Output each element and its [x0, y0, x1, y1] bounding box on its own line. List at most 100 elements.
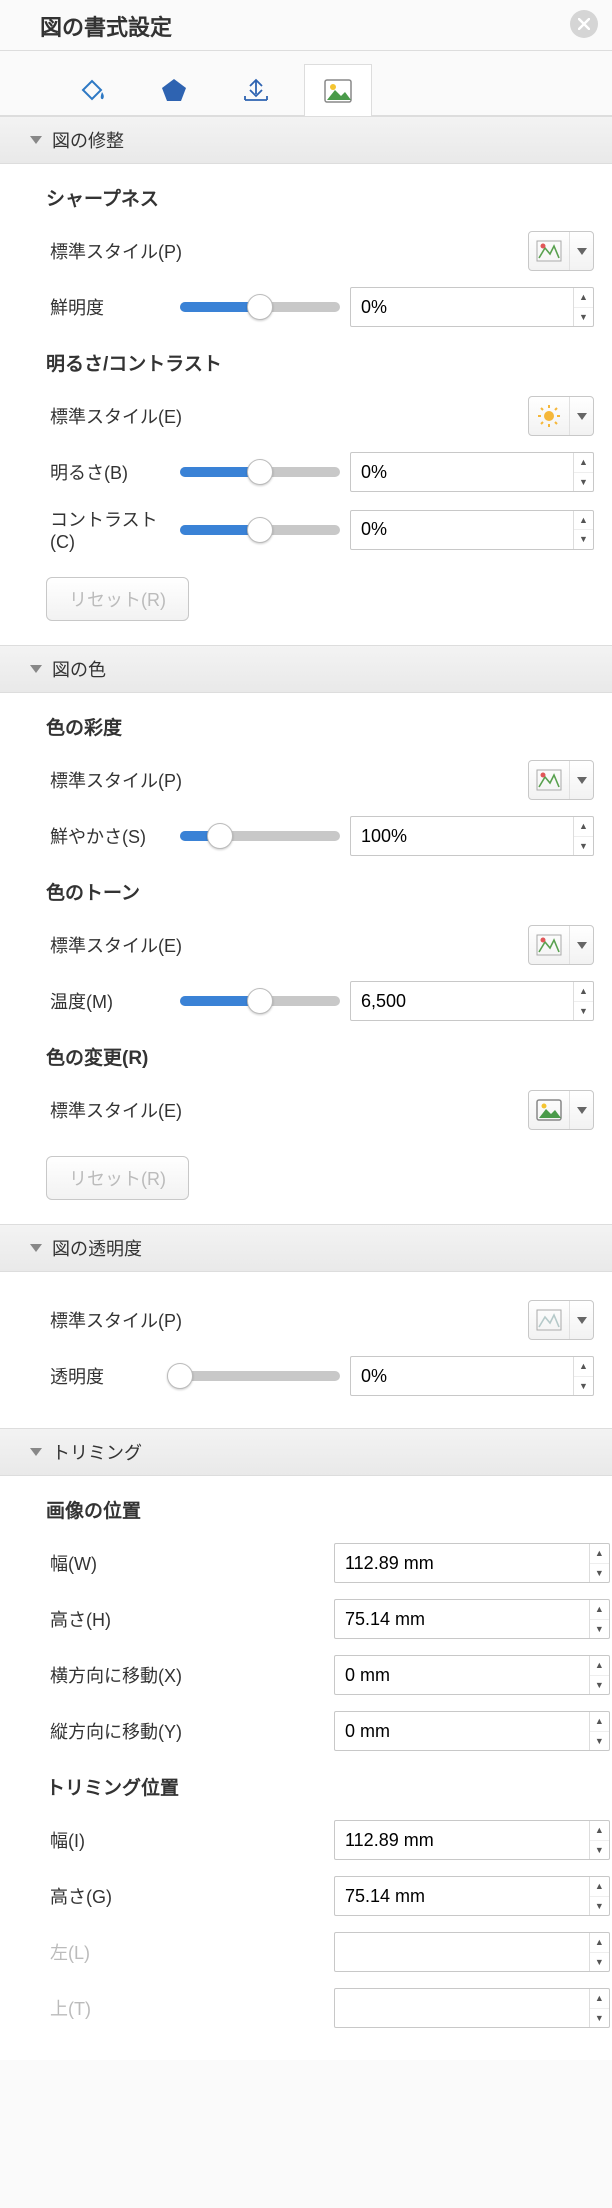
section-color-header[interactable]: 図の色: [0, 645, 612, 693]
section-transparency-header[interactable]: 図の透明度: [0, 1224, 612, 1272]
sharpness-preset-dropdown[interactable]: [528, 231, 594, 271]
pos-height-input[interactable]: [335, 1600, 589, 1638]
temperature-spinner[interactable]: ▲▼: [350, 981, 594, 1021]
crop-width-input[interactable]: [335, 1821, 589, 1859]
pos-height-label: 高さ(H): [50, 1606, 240, 1632]
pos-offx-up[interactable]: ▲: [590, 1656, 609, 1676]
brightness-spin-down[interactable]: ▼: [574, 473, 593, 492]
chevron-down-icon: [30, 1448, 42, 1456]
trans-preset-dropdown[interactable]: [528, 1300, 594, 1340]
brightness-spin-up[interactable]: ▲: [574, 453, 593, 473]
crop-top-spinner[interactable]: ▲▼: [334, 1988, 610, 2028]
pos-offy-up[interactable]: ▲: [590, 1712, 609, 1732]
tone-preset-dropdown[interactable]: [528, 925, 594, 965]
pentagon-icon: [160, 77, 188, 103]
contrast-input[interactable]: [351, 511, 573, 549]
tab-size[interactable]: [222, 63, 290, 115]
pos-width-up[interactable]: ▲: [590, 1544, 609, 1564]
pos-offy-label: 縦方向に移動(Y): [50, 1718, 240, 1744]
recolor-preset-dropdown[interactable]: [528, 1090, 594, 1130]
crop-left-input[interactable]: [335, 1933, 589, 1971]
section-crop-header[interactable]: トリミング: [0, 1428, 612, 1476]
crop-height-spinner[interactable]: ▲▼: [334, 1876, 610, 1916]
crop-height-down[interactable]: ▼: [590, 1897, 609, 1916]
transparency-spin-up[interactable]: ▲: [574, 1357, 593, 1377]
pos-width-input[interactable]: [335, 1544, 589, 1582]
vividness-input[interactable]: [351, 817, 573, 855]
contrast-spin-down[interactable]: ▼: [574, 530, 593, 549]
vividness-spin-down[interactable]: ▼: [574, 837, 593, 856]
close-button[interactable]: [570, 10, 598, 38]
temperature-spin-up[interactable]: ▲: [574, 982, 593, 1002]
subhead-image-position: 画像の位置: [46, 1496, 610, 1523]
paint-bucket-icon: [77, 76, 107, 104]
transparency-preset-icon: [536, 1309, 562, 1331]
pos-offy-down[interactable]: ▼: [590, 1732, 609, 1751]
vividness-spin-up[interactable]: ▲: [574, 817, 593, 837]
chevron-down-icon: [30, 1244, 42, 1252]
corrections-reset-button[interactable]: リセット(R): [46, 577, 189, 621]
color-reset-button[interactable]: リセット(R): [46, 1156, 189, 1200]
chevron-down-icon: [30, 136, 42, 144]
contrast-label: コントラスト(C): [50, 506, 170, 553]
pos-offx-down[interactable]: ▼: [590, 1676, 609, 1695]
pos-height-down[interactable]: ▼: [590, 1620, 609, 1639]
pos-offx-spinner[interactable]: ▲▼: [334, 1655, 610, 1695]
temperature-slider[interactable]: [180, 996, 340, 1006]
crop-left-up[interactable]: ▲: [590, 1933, 609, 1953]
crop-top-down[interactable]: ▼: [590, 2009, 609, 2028]
pos-width-down[interactable]: ▼: [590, 1564, 609, 1583]
pos-offy-spinner[interactable]: ▲▼: [334, 1711, 610, 1751]
pos-width-spinner[interactable]: ▲▼: [334, 1543, 610, 1583]
pos-offy-input[interactable]: [335, 1712, 589, 1750]
crop-width-label: 幅(I): [50, 1827, 240, 1853]
transparency-input[interactable]: [351, 1357, 573, 1395]
pos-height-spinner[interactable]: ▲▼: [334, 1599, 610, 1639]
subhead-saturation: 色の彩度: [46, 713, 594, 740]
section-corrections-header[interactable]: 図の修整: [0, 116, 612, 164]
crop-height-up[interactable]: ▲: [590, 1877, 609, 1897]
transparency-slider[interactable]: [180, 1371, 340, 1381]
crop-top-input[interactable]: [335, 1989, 589, 2027]
pos-height-up[interactable]: ▲: [590, 1600, 609, 1620]
close-icon: [578, 18, 590, 30]
contrast-spin-up[interactable]: ▲: [574, 511, 593, 531]
sharpness-spin-up[interactable]: ▲: [574, 288, 593, 308]
temperature-label: 温度(M): [50, 988, 170, 1014]
transparency-spinner[interactable]: ▲▼: [350, 1356, 594, 1396]
temperature-input[interactable]: [351, 982, 573, 1020]
crop-top-up[interactable]: ▲: [590, 1989, 609, 2009]
brightness-spinner[interactable]: ▲▼: [350, 452, 594, 492]
sharpness-spinner[interactable]: ▲▼: [350, 287, 594, 327]
sharpness-input[interactable]: [351, 288, 573, 326]
crop-left-spinner[interactable]: ▲▼: [334, 1932, 610, 1972]
tab-picture[interactable]: [304, 64, 372, 116]
chevron-down-icon: [30, 665, 42, 673]
crop-width-spinner[interactable]: ▲▼: [334, 1820, 610, 1860]
brightness-slider[interactable]: [180, 467, 340, 477]
preset-icon: [536, 934, 562, 956]
sharpness-preset-label: 標準スタイル(P): [50, 238, 240, 264]
brightness-input[interactable]: [351, 453, 573, 491]
transparency-spin-down[interactable]: ▼: [574, 1377, 593, 1396]
subhead-tone: 色のトーン: [46, 878, 594, 905]
vividness-slider[interactable]: [180, 831, 340, 841]
tab-effects[interactable]: [140, 63, 208, 115]
crop-left-down[interactable]: ▼: [590, 1953, 609, 1972]
sharpness-slider[interactable]: [180, 302, 340, 312]
bright-preset-dropdown[interactable]: [528, 396, 594, 436]
contrast-spinner[interactable]: ▲▼: [350, 510, 594, 550]
sat-preset-dropdown[interactable]: [528, 760, 594, 800]
section-transparency-label: 図の透明度: [52, 1235, 142, 1261]
pos-offx-input[interactable]: [335, 1656, 589, 1694]
subhead-brightcontrast: 明るさ/コントラスト: [46, 349, 594, 376]
temperature-spin-down[interactable]: ▼: [574, 1002, 593, 1021]
picture-icon: [323, 78, 353, 104]
vividness-spinner[interactable]: ▲▼: [350, 816, 594, 856]
tab-fill[interactable]: [58, 63, 126, 115]
sharpness-spin-down[interactable]: ▼: [574, 308, 593, 327]
crop-height-input[interactable]: [335, 1877, 589, 1915]
crop-width-down[interactable]: ▼: [590, 1841, 609, 1860]
crop-width-up[interactable]: ▲: [590, 1821, 609, 1841]
contrast-slider[interactable]: [180, 525, 340, 535]
